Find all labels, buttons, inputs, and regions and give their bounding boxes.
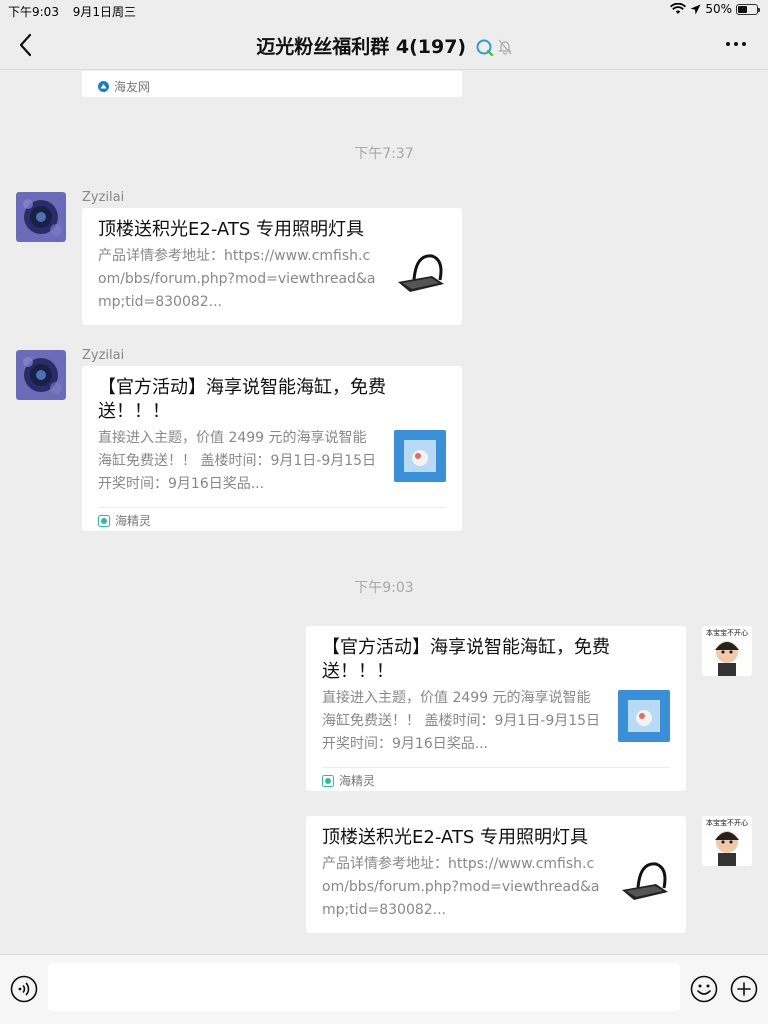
battery-icon — [736, 3, 760, 15]
sender-avatar[interactable] — [16, 192, 66, 242]
timestamp: 下午9:03 — [354, 580, 414, 596]
card-source-label: 海精灵 — [339, 774, 376, 788]
mute-bell-icon — [498, 39, 512, 55]
card-divider — [322, 767, 670, 768]
card-description: 产品详情参考地址：https://www.cmfish.com/bbs/foru… — [322, 856, 600, 918]
link-card-partial[interactable]: 海友网 — [82, 71, 462, 97]
card-title: 顶楼送积光E2-ATS 专用照明灯具 — [322, 827, 588, 848]
lamp-thumbnail — [618, 856, 670, 908]
sticker-avatar-image: 本宝宝不开心 — [702, 626, 752, 676]
haijingling-logo-icon — [98, 514, 110, 527]
status-date: 9月1日周三 — [72, 5, 137, 19]
status-time: 下午9:03 — [8, 5, 59, 19]
emoji-icon[interactable] — [690, 975, 718, 1003]
card-title: 【官方活动】海享说智能海缸，免费送！！！ — [322, 637, 610, 682]
card-title: 顶楼送积光E2-ATS 专用照明灯具 — [98, 219, 364, 240]
sender-avatar[interactable] — [16, 350, 66, 400]
message-list[interactable]: 海友网 下午7:37 Zyzilai 顶楼送积光E2-ATS 专用照明灯具 产品… — [0, 71, 768, 954]
status-bar: 下午9:03 9月1日周三 50% — [0, 0, 768, 20]
sticker-avatar-image: 本宝宝不开心 — [702, 816, 752, 866]
timestamp: 下午7:37 — [354, 146, 414, 162]
voice-icon[interactable] — [10, 975, 38, 1003]
sender-name: Zyzilai — [82, 348, 125, 363]
input-bar — [0, 954, 768, 1024]
more-dots-icon[interactable] — [724, 32, 748, 56]
lamp-thumbnail — [394, 248, 446, 300]
card-title: 【官方活动】海享说智能海缸，免费送！！！ — [98, 377, 386, 422]
link-card[interactable]: 顶楼送积光E2-ATS 专用照明灯具 产品详情参考地址：https://www.… — [82, 208, 462, 325]
card-description: 直接进入主题，价值 2499 元的海享说智能海缸免费送！！ 盖楼时间：9月1日-… — [322, 690, 601, 752]
sender-name: Zyzilai — [82, 190, 125, 205]
chat-bubble-icon — [476, 39, 493, 56]
location-icon — [690, 4, 701, 14]
my-avatar[interactable]: 本宝宝不开心 — [702, 816, 752, 866]
link-card[interactable]: 【官方活动】海享说智能海缸，免费送！！！ 直接进入主题，价值 2499 元的海享… — [306, 626, 686, 791]
card-source: 海友网 — [98, 78, 150, 95]
card-source: 海精灵 — [98, 512, 151, 529]
coral-avatar-image — [16, 350, 66, 400]
coral-avatar-image — [16, 192, 66, 242]
chat-header: 迈光粉丝福利群 4(197) — [0, 20, 768, 70]
aquarium-thumbnail — [618, 690, 670, 742]
haijingling-logo-icon — [322, 774, 334, 787]
haiyouwang-logo-icon — [98, 81, 109, 92]
card-source: 海精灵 — [322, 772, 375, 789]
card-source-label: 海精灵 — [115, 514, 152, 528]
aquarium-thumbnail — [394, 430, 446, 482]
avatar-caption: 本宝宝不开心 — [706, 818, 748, 827]
link-card[interactable]: 【官方活动】海享说智能海缸，免费送！！！ 直接进入主题，价值 2499 元的海享… — [82, 366, 462, 531]
battery-percent: 50% — [705, 2, 732, 16]
card-description: 产品详情参考地址：https://www.cmfish.com/bbs/foru… — [98, 248, 376, 310]
link-card[interactable]: 顶楼送积光E2-ATS 专用照明灯具 产品详情参考地址：https://www.… — [306, 816, 686, 933]
chat-title-text: 迈光粉丝福利群 4(197) — [256, 36, 467, 58]
avatar-caption: 本宝宝不开心 — [706, 628, 748, 637]
plus-icon[interactable] — [730, 975, 758, 1003]
card-description: 直接进入主题，价值 2499 元的海享说智能海缸免费送！！ 盖楼时间：9月1日-… — [98, 430, 377, 492]
my-avatar[interactable]: 本宝宝不开心 — [702, 626, 752, 676]
chat-title: 迈光粉丝福利群 4(197) — [0, 32, 768, 59]
card-source-label: 海友网 — [114, 80, 151, 94]
message-input[interactable] — [48, 963, 680, 1011]
wifi-icon — [670, 3, 687, 14]
card-divider — [98, 507, 446, 508]
